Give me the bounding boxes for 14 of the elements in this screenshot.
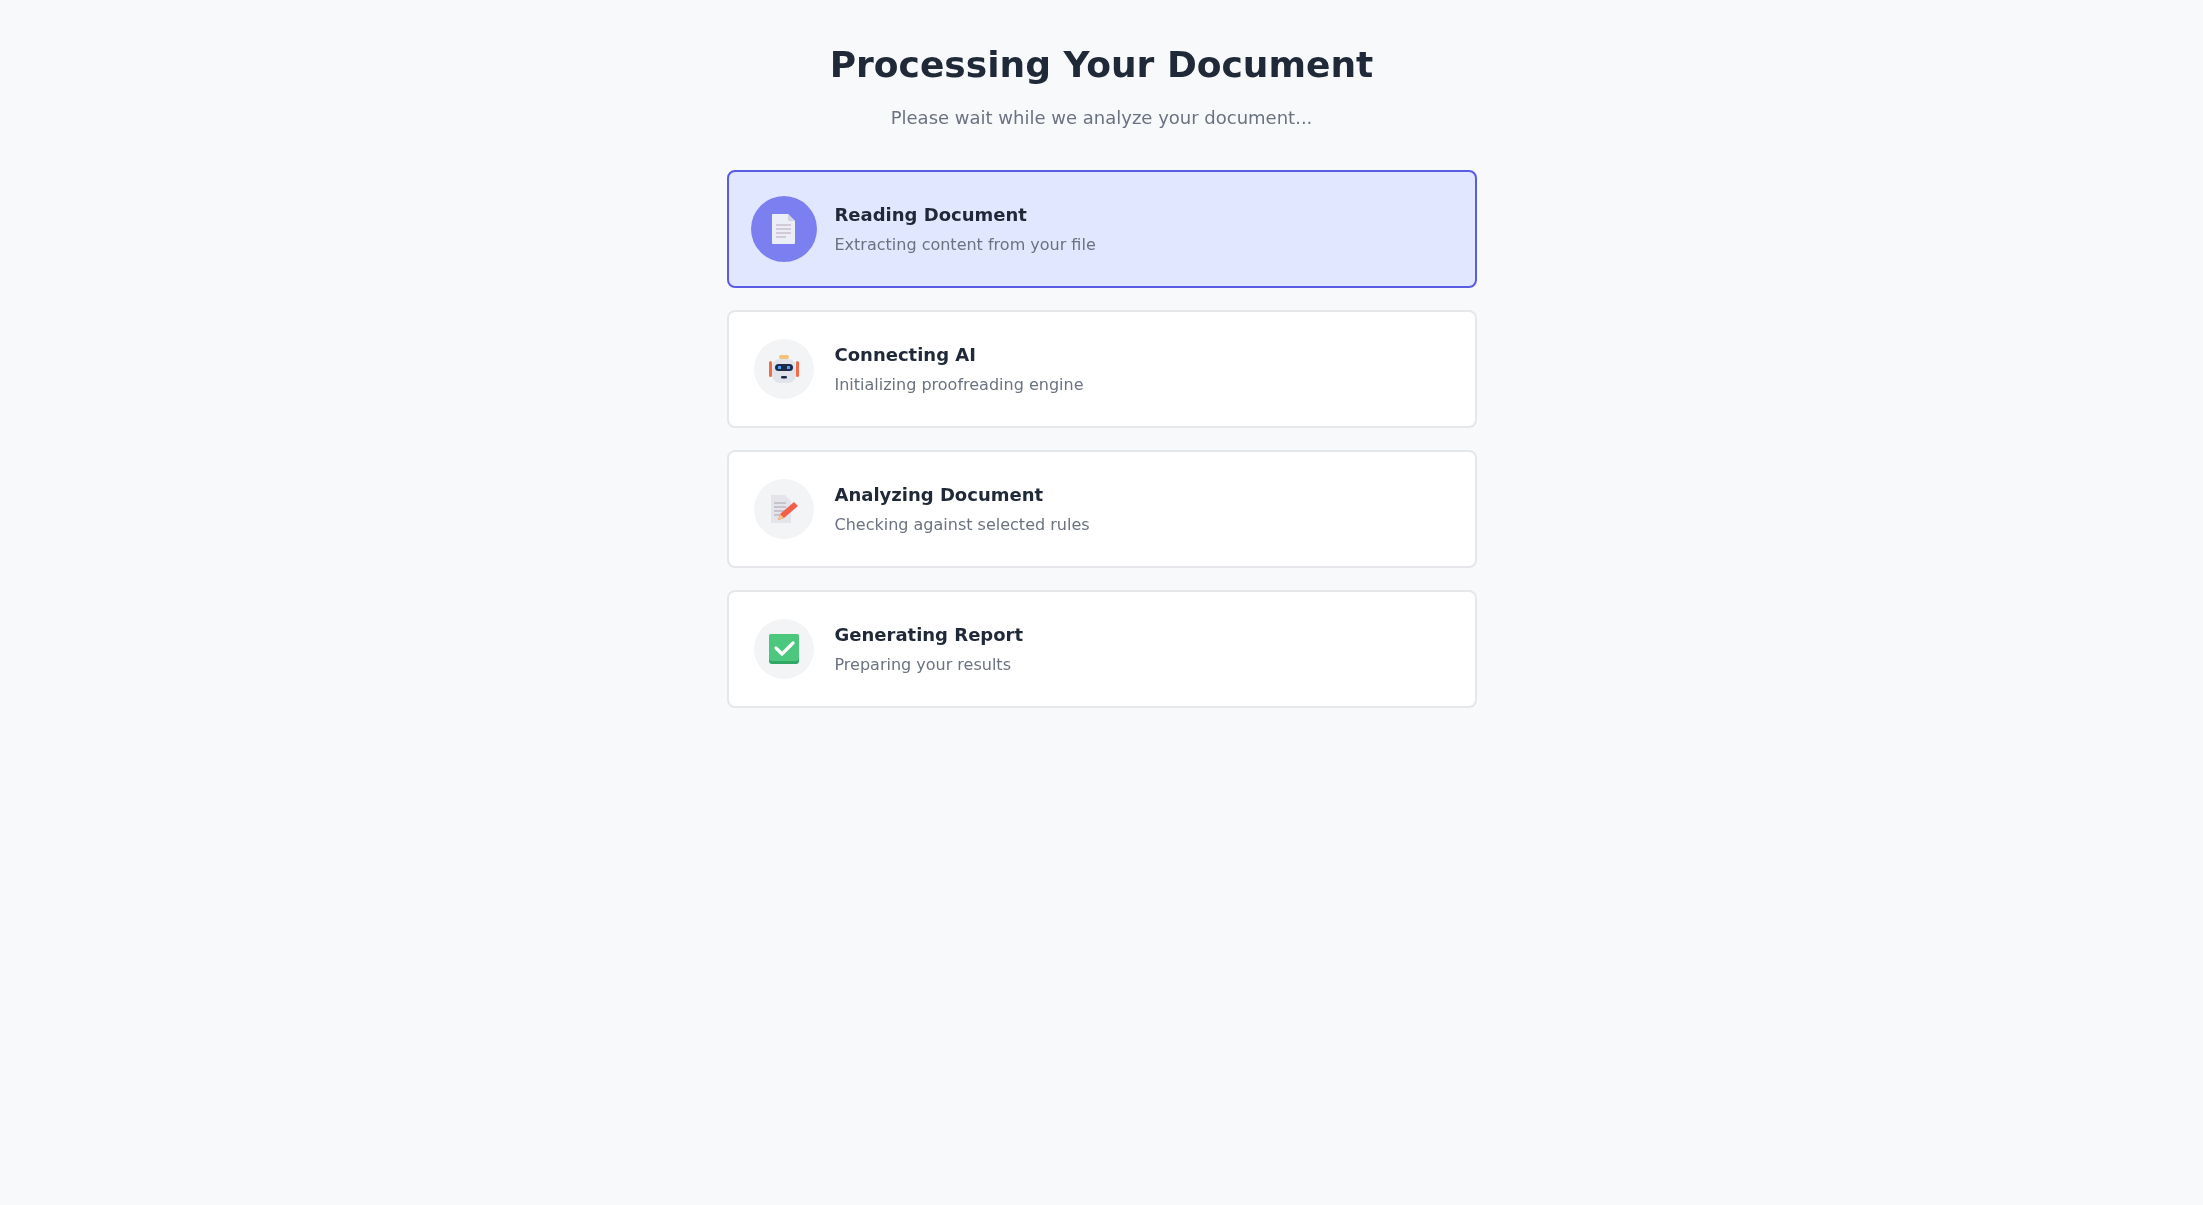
step-title: Reading Document: [834, 204, 1028, 225]
page-subtitle: Please wait while we analyze your document...: [890, 107, 1313, 128]
step-description: Checking against selected rules: [834, 515, 1090, 534]
step-description: Extracting content from your file: [834, 235, 1096, 254]
step-title: Connecting AI: [834, 344, 977, 365]
step-title: Analyzing Document: [834, 484, 1045, 505]
document-icon: [770, 213, 797, 245]
page-title: Processing Your Document: [829, 44, 1374, 85]
checkbox-icon: [768, 634, 799, 664]
document-pencil-icon: [768, 493, 799, 525]
robot-icon: [766, 352, 801, 386]
step-description: Preparing your results: [834, 655, 1012, 674]
step-description: Initializing proofreading engine: [834, 375, 1084, 394]
step-title: Generating Report: [834, 624, 1024, 645]
